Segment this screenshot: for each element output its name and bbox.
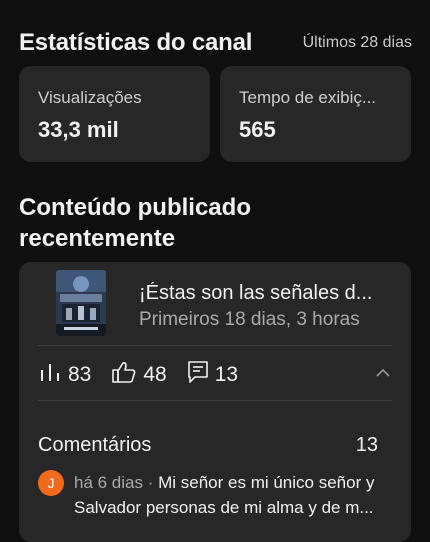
divider	[38, 400, 392, 401]
views-stat-value: 33,3 mil	[38, 117, 119, 142]
views-count: 83	[68, 363, 92, 386]
page-title: Estatísticas do canal	[19, 29, 253, 56]
header: Estatísticas do canal Últimos 28 dias	[19, 26, 412, 60]
comment-item[interactable]: J há 6 dias · Mi señor es mi único señor…	[38, 470, 398, 520]
comment-meta: há 6 dias ·	[74, 473, 159, 492]
chevron-up-icon[interactable]	[374, 364, 392, 387]
video-metrics: 83 48 13	[38, 360, 392, 390]
views-stat-label: Visualizações	[38, 88, 142, 107]
video-thumbnail[interactable]	[56, 270, 106, 336]
watch-time-stat-label: Tempo de exibiç...	[239, 88, 377, 107]
likes-count: 48	[143, 363, 167, 386]
watch-time-stat-value: 565	[239, 117, 276, 142]
comments-count: 13	[214, 363, 239, 386]
views-bars-icon	[38, 361, 68, 389]
watch-time-stat-card[interactable]: Tempo de exibiç... 565	[220, 66, 411, 162]
avatar: J	[38, 470, 64, 496]
comments-metric: 13	[187, 360, 238, 390]
recent-video-card[interactable]: ¡Éstas son las señales d... Primeiros 18…	[19, 262, 411, 542]
comment-icon	[187, 360, 215, 390]
comments-header: Comentários 13	[38, 434, 378, 457]
video-period: Primeiros 18 dias, 3 horas	[139, 309, 360, 330]
comment-text: há 6 dias · Mi señor es mi único señor y…	[74, 470, 398, 520]
video-title[interactable]: ¡Éstas son las señales d...	[139, 282, 389, 305]
date-range-label[interactable]: Últimos 28 dias	[303, 34, 412, 52]
views-stat-card[interactable]: Visualizações 33,3 mil	[19, 66, 210, 162]
divider	[38, 345, 392, 346]
recent-content-title: Conteúdo publicado recentemente	[19, 194, 251, 252]
thumbs-up-icon	[111, 360, 143, 390]
views-metric: 83	[38, 361, 91, 389]
comments-total: 13	[355, 434, 378, 456]
comments-label: Comentários	[38, 434, 152, 456]
likes-metric: 48	[111, 360, 167, 390]
